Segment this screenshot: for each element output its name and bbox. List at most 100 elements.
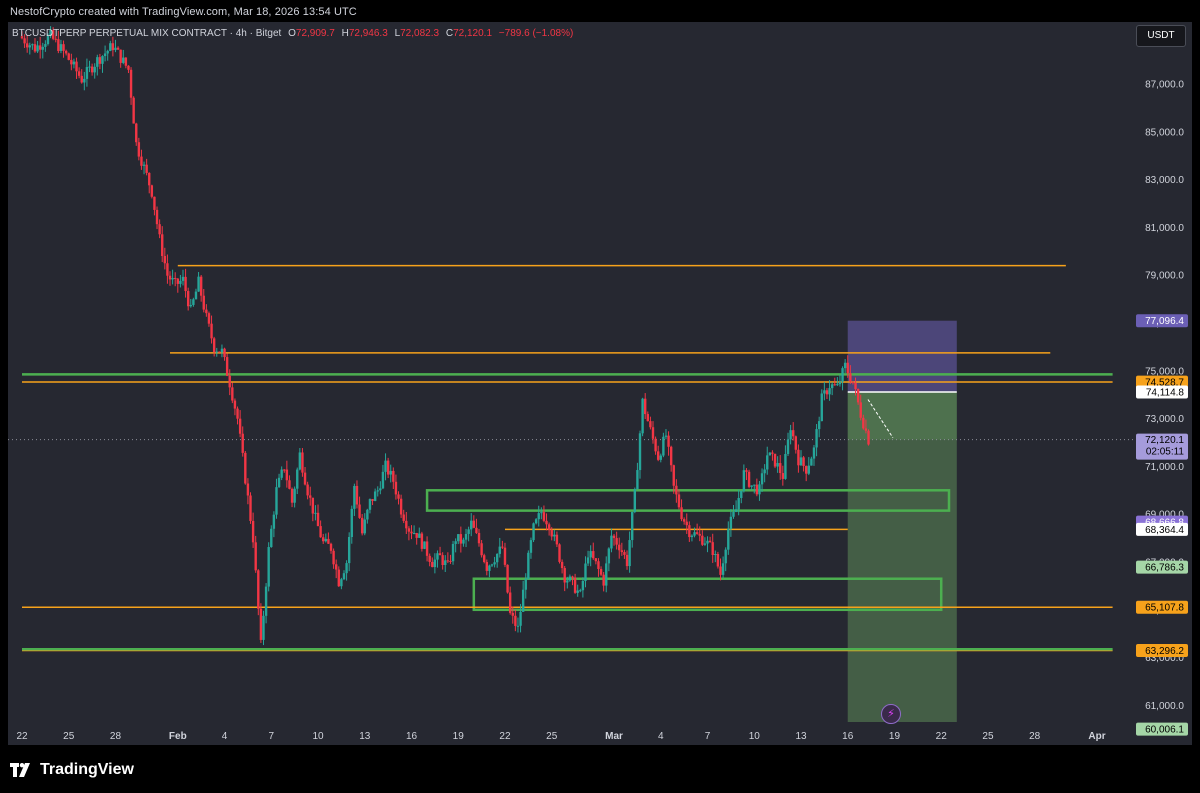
candle-body	[163, 256, 167, 264]
candle-body	[740, 490, 743, 498]
candle-body	[350, 508, 353, 538]
candle-body	[223, 348, 226, 358]
candle-body	[703, 543, 707, 545]
candle-body	[389, 470, 392, 475]
candle-body	[610, 535, 613, 549]
candle-body	[659, 455, 662, 460]
candle-body	[812, 447, 816, 459]
candle-body	[415, 533, 418, 538]
candle-body	[773, 453, 777, 467]
candle-body	[441, 555, 444, 566]
candle-body	[309, 495, 312, 498]
candle-body	[127, 65, 130, 70]
candle-body	[366, 509, 369, 520]
brand-name: TradingView	[40, 761, 134, 778]
candle-body	[70, 59, 73, 65]
candle-body	[407, 528, 411, 532]
candle-body	[332, 550, 335, 565]
x-tick-label: 7	[268, 731, 274, 742]
candle-layer	[20, 26, 894, 646]
lightning-icon[interactable]: ⚡	[881, 704, 901, 724]
x-tick-label: 25	[63, 731, 75, 742]
candle-body	[142, 164, 146, 166]
candle-body	[215, 351, 218, 353]
candle-body	[158, 224, 161, 235]
candle-body	[586, 557, 590, 564]
candle-body	[545, 520, 548, 525]
chart-frame[interactable]: 61,000.063,000.065,000.067,000.069,000.0…	[8, 22, 1192, 745]
candle-body	[457, 534, 460, 542]
candle-body	[88, 66, 91, 68]
candle-body	[451, 543, 455, 562]
tradingview-brand[interactable]: TradingView	[10, 760, 134, 780]
candle-body	[249, 495, 252, 521]
price-chart[interactable]: 61,000.063,000.065,000.067,000.069,000.0…	[8, 22, 1192, 745]
symbol-title[interactable]: BTCUSDTPERP PERPETUAL MIX CONTRACT · 4h …	[12, 28, 281, 39]
candle-body	[218, 351, 221, 353]
candle-body	[327, 538, 330, 544]
candle-body	[114, 47, 117, 51]
x-tick-label: 28	[1029, 731, 1041, 742]
candle-body	[563, 568, 566, 583]
candle-body	[656, 451, 660, 460]
candle-body	[470, 520, 473, 530]
change-value: −789.6 (−1.08%)	[498, 28, 574, 39]
price-label: 63,296.2	[1145, 646, 1184, 657]
candle-body	[405, 520, 408, 529]
candle-body	[719, 566, 722, 575]
candle-body	[168, 275, 172, 280]
candle-body	[301, 452, 304, 473]
candle-body	[612, 535, 616, 539]
x-tick-label: 10	[749, 731, 761, 742]
currency-button[interactable]: USDT	[1136, 25, 1186, 47]
candle-body	[742, 470, 746, 491]
candle-body	[836, 384, 839, 386]
candle-body	[864, 428, 868, 431]
candle-body	[732, 511, 735, 517]
candle-body	[298, 452, 302, 470]
candle-body	[618, 544, 621, 551]
x-tick-label: 4	[222, 731, 228, 742]
candle-body	[85, 67, 89, 79]
candle-body	[272, 514, 276, 529]
candle-body	[420, 533, 424, 549]
tradingview-logo-icon	[10, 763, 30, 777]
candle-body	[789, 430, 792, 440]
x-tick-label: 16	[842, 731, 854, 742]
candle-body	[384, 460, 387, 472]
candle-body	[347, 537, 351, 564]
candle-body	[119, 49, 122, 63]
candle-body	[153, 196, 156, 210]
y-tick-label: 61,000.0	[1145, 701, 1184, 712]
candle-body	[428, 555, 431, 562]
candle-body	[254, 542, 257, 571]
candle-body	[62, 44, 65, 51]
candle-body	[293, 488, 296, 503]
x-tick-label: 22	[936, 731, 948, 742]
candle-body	[446, 560, 450, 562]
candle-body	[155, 209, 159, 225]
candle-body	[31, 44, 34, 46]
candle-body	[324, 538, 328, 542]
candle-body	[623, 552, 626, 555]
candle-body	[833, 384, 836, 386]
candle-body	[176, 278, 179, 284]
candle-body	[558, 544, 561, 562]
candle-body	[246, 483, 250, 496]
candle-body	[145, 164, 148, 173]
candle-body	[436, 553, 439, 560]
candle-body	[763, 469, 766, 474]
candle-body	[438, 553, 442, 556]
candle-body	[431, 561, 434, 568]
candle-body	[135, 123, 138, 143]
candle-body	[823, 390, 826, 394]
candle-body	[220, 348, 224, 353]
candle-body	[345, 563, 348, 574]
y-tick-label: 81,000.0	[1145, 223, 1184, 234]
candle-body	[189, 304, 192, 307]
candle-body	[592, 551, 595, 559]
candle-body	[792, 430, 795, 437]
candle-body	[784, 454, 787, 479]
candle-body	[334, 564, 338, 570]
low-value: 72,082.3	[400, 28, 440, 39]
